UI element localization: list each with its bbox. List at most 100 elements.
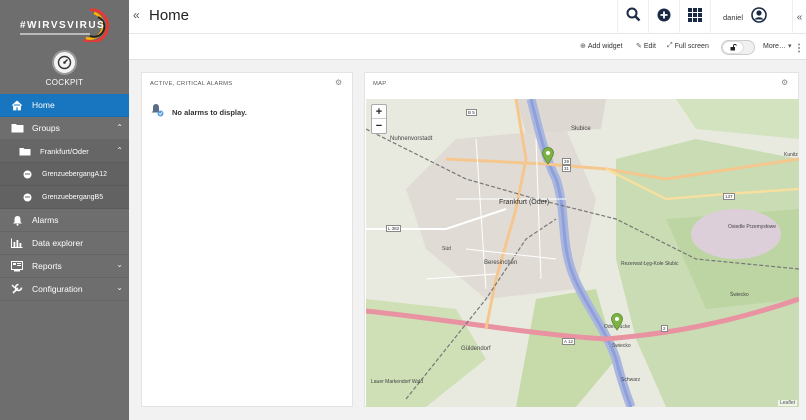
sidebar-item-home[interactable]: Home xyxy=(0,94,129,117)
map-label: Beresinchen xyxy=(484,260,518,266)
map-pin-icon[interactable] xyxy=(611,313,623,331)
brand-area: #WIRVSVIRUS COCKPIT xyxy=(0,0,129,94)
collapse-sidebar-icon[interactable]: « xyxy=(133,8,140,22)
widget-title: MAP xyxy=(373,81,387,87)
wirvsvirus-logo[interactable]: #WIRVSVIRUS xyxy=(14,8,110,42)
zoom-out-button[interactable]: − xyxy=(372,119,386,133)
app-switcher-button[interactable] xyxy=(679,0,710,34)
map-label: Osiedle Przemysłowe xyxy=(728,224,777,230)
gear-icon[interactable]: ⚙ xyxy=(335,78,342,87)
home-icon xyxy=(10,99,24,111)
road-shield: 31 xyxy=(562,165,572,172)
map-label: Świecko xyxy=(730,292,749,298)
sidebar-item-label: Home xyxy=(32,100,55,110)
map-label: Schwarz xyxy=(621,377,641,383)
road-shield: L 382 xyxy=(386,225,402,232)
sidebar-item-label: Alarms xyxy=(32,215,59,225)
sidebar-item-label: Frankfurt/Oder xyxy=(40,146,89,156)
chevron-down-icon: ⌄ xyxy=(116,283,123,292)
road-shield: 2 xyxy=(661,325,668,332)
reports-icon xyxy=(10,260,24,272)
unlock-icon xyxy=(723,42,743,53)
alarms-widget: ACTIVE, CRITICAL ALARMS ⚙ No alarms to d… xyxy=(141,72,353,407)
zoom-in-button[interactable]: + xyxy=(372,105,386,119)
map-widget: MAP ⚙ Frankfurt (Oder) Słubice Nuhnenvor… xyxy=(364,72,799,407)
zoom-control: + − xyxy=(371,104,387,134)
page-title: Home xyxy=(149,7,190,24)
username: daniel xyxy=(723,12,744,22)
map-pin-icon[interactable] xyxy=(542,147,554,165)
map-tiles xyxy=(366,99,799,407)
search-button[interactable] xyxy=(617,0,648,34)
app-name: COCKPIT xyxy=(45,78,84,87)
sidebar-item-label: GrenzuebergangA12 xyxy=(42,170,107,178)
full-screen-button[interactable]: ⤢ Full screen xyxy=(667,42,709,50)
map-label: Süd xyxy=(442,246,451,252)
more-menu-button[interactable]: More… ▾ xyxy=(763,42,792,51)
plus-circle-small-icon: ⊕ xyxy=(580,43,586,50)
dashboard-actionbar: ⊕ Add widget ✎ Edit ⤢ Full screen More… … xyxy=(129,34,806,60)
pencil-icon: ✎ xyxy=(636,43,642,50)
right-drawer-toggle-icon[interactable]: « xyxy=(792,0,806,34)
bell-check-icon xyxy=(150,103,164,122)
expand-icon: ⤢ xyxy=(667,42,673,49)
sidebar-item-label: Configuration xyxy=(32,284,83,294)
road-shield: 29 xyxy=(562,158,572,165)
user-circle-icon xyxy=(751,6,767,28)
map-label: Nuhnenvorstadt xyxy=(390,136,433,142)
chevron-down-icon: ⌄ xyxy=(116,260,123,269)
top-header: « Home daniel « xyxy=(129,0,806,34)
map-label: Frankfurt (Oder) xyxy=(499,199,550,206)
add-widget-label: Add widget xyxy=(587,42,623,50)
device-icon xyxy=(22,191,32,203)
map-label: Rezerwat Łęg-Kołe Słubic xyxy=(621,261,679,267)
wrench-icon xyxy=(10,283,24,295)
sidebar-item-label: Reports xyxy=(32,261,62,271)
folder-icon xyxy=(10,122,24,134)
caret-down-icon: ▾ xyxy=(787,43,792,50)
empty-message: No alarms to display. xyxy=(172,108,247,117)
sidebar-item-data-explorer[interactable]: Data explorer xyxy=(0,232,129,255)
add-widget-button[interactable]: ⊕ Add widget xyxy=(580,42,623,51)
empty-alarms-message: No alarms to display. xyxy=(150,103,247,122)
logo-tagline xyxy=(20,33,90,35)
more-label: More… xyxy=(763,42,786,50)
sidebar-item-label: Groups xyxy=(32,123,60,133)
map-label: Güldendorf xyxy=(461,346,491,352)
lock-toggle[interactable] xyxy=(721,40,755,55)
logo-wordmark: #WIRVSVIRUS xyxy=(20,20,106,31)
drag-handle-icon[interactable] xyxy=(797,43,801,53)
full-screen-label: Full screen xyxy=(674,42,709,50)
folder-icon xyxy=(18,145,32,157)
sidebar-item-groups[interactable]: Groups ⌃ xyxy=(0,117,129,140)
sidebar-item-label: Data explorer xyxy=(32,238,84,248)
sidebar-item-reports[interactable]: Reports ⌄ xyxy=(0,255,129,278)
sidebar-item-label: GrenzuebergangB5 xyxy=(42,193,104,201)
map-label: Świecko xyxy=(612,343,631,349)
plus-circle-icon xyxy=(657,8,671,27)
sidebar-item-configuration[interactable]: Configuration ⌄ xyxy=(0,278,129,301)
bar-chart-icon xyxy=(10,237,24,249)
chevron-up-icon: ⌃ xyxy=(116,123,123,132)
edit-label: Edit xyxy=(643,42,656,50)
sidebar-item-frankfurt-oder[interactable]: Frankfurt/Oder ⌃ xyxy=(0,140,129,163)
gauge-icon xyxy=(52,50,77,75)
gear-icon[interactable]: ⚙ xyxy=(781,78,788,87)
add-button[interactable] xyxy=(648,0,679,34)
user-menu[interactable]: daniel xyxy=(710,0,792,34)
device-icon xyxy=(22,168,32,180)
chevron-up-icon: ⌃ xyxy=(116,146,123,155)
bell-icon xyxy=(10,214,24,226)
map-label: Słubice xyxy=(571,126,591,132)
sidebar-item-grenzuebergang-a12[interactable]: GrenzuebergangA12 xyxy=(0,163,129,186)
search-icon xyxy=(626,7,641,27)
road-shield: 137 xyxy=(723,193,735,200)
edit-button[interactable]: ✎ Edit xyxy=(636,42,656,51)
sidebar-item-grenzuebergang-b5[interactable]: GrenzuebergangB5 xyxy=(0,186,129,209)
map-label: Lauer Markendorf Wald xyxy=(371,379,424,385)
map-canvas[interactable]: Frankfurt (Oder) Słubice Nuhnenvorstadt … xyxy=(366,99,799,407)
map-attribution[interactable]: Leaflet xyxy=(777,400,797,406)
map-label: Kunitz xyxy=(784,152,798,158)
road-shield: B 5 xyxy=(466,109,477,116)
sidebar-item-alarms[interactable]: Alarms xyxy=(0,209,129,232)
